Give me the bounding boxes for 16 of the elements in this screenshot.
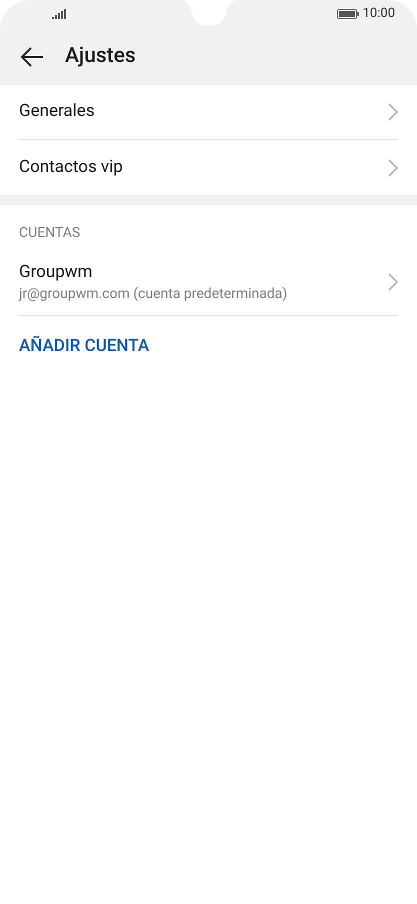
account-email: jr@groupwm.com (cuenta predeterminada) — [19, 285, 288, 304]
menu-item[interactable]: Contactos vip — [19, 140, 398, 195]
chevron-right-icon — [388, 103, 398, 121]
account-name: Groupwm — [19, 261, 94, 284]
account-item[interactable]: Groupwm jr@groupwm.com (cuenta predeterminada) — [19, 249, 398, 316]
battery-icon — [336, 9, 359, 19]
chevron-right-icon — [388, 273, 398, 291]
add-account-button[interactable]: AÑADIR CUENTA — [19, 334, 150, 360]
clock-time: 10:00 — [362, 5, 395, 24]
section-heading: CUENTAS — [19, 224, 82, 243]
signal-icon — [52, 9, 66, 19]
page-title: Ajustes — [65, 42, 136, 70]
back-button[interactable] — [20, 44, 44, 68]
menu-item[interactable]: Generales — [19, 85, 398, 140]
chevron-right-icon — [388, 158, 398, 176]
back-arrow-icon — [20, 46, 44, 66]
